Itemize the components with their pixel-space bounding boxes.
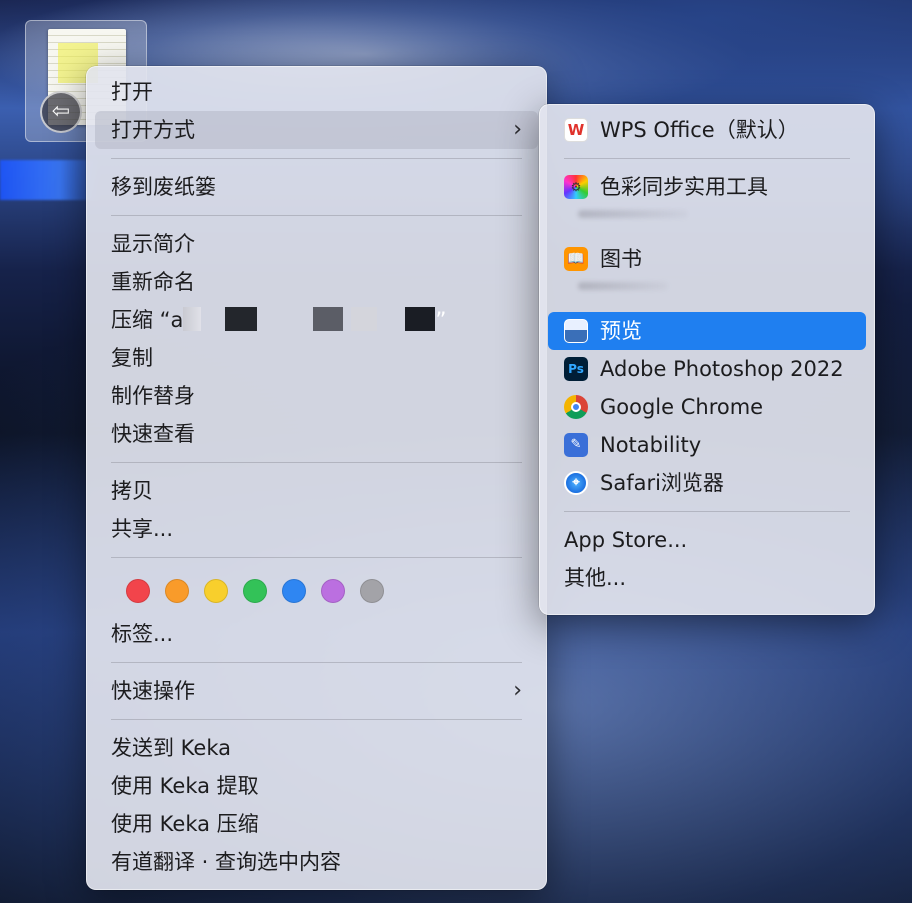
- compress-label-prefix: 压缩 “a: [111, 308, 184, 332]
- colorsync-utility-icon: ⚙: [564, 175, 588, 199]
- tag-green[interactable]: [243, 579, 267, 603]
- submenu-item-chrome[interactable]: Google Chrome: [548, 388, 866, 426]
- menu-item-send-to-keka[interactable]: 发送到 Keka: [95, 729, 538, 767]
- menu-item-rename[interactable]: 重新命名: [95, 263, 538, 301]
- menu-item-open-with-label: 打开方式: [111, 118, 195, 142]
- menu-separator: [111, 719, 522, 720]
- menu-item-extract-with-keka[interactable]: 使用 Keka 提取: [95, 767, 538, 805]
- books-icon: 📖: [564, 247, 588, 271]
- context-menu: 打开 打开方式 › 移到废纸篓 显示简介 重新命名 压缩 “a ” 复制 制作替身…: [86, 66, 547, 890]
- submenu-item-colorsync[interactable]: ⚙ 色彩同步实用工具: [548, 168, 866, 206]
- tag-purple[interactable]: [321, 579, 345, 603]
- menu-separator: [111, 557, 522, 558]
- menu-item-youdao-translate[interactable]: 有道翻译 · 查询选中内容: [95, 843, 538, 881]
- tag-yellow[interactable]: [204, 579, 228, 603]
- menu-item-duplicate[interactable]: 复制: [95, 339, 538, 377]
- submenu-item-safari[interactable]: ⌖ Safari浏览器: [548, 464, 866, 502]
- submenu-item-label: 预览: [600, 319, 642, 343]
- wps-office-icon: W: [564, 118, 588, 142]
- menu-separator: [564, 158, 850, 159]
- menu-item-share[interactable]: 共享...: [95, 510, 538, 548]
- tag-red[interactable]: [126, 579, 150, 603]
- redacted-filename: [313, 307, 344, 331]
- submenu-item-books[interactable]: 📖 图书: [548, 240, 866, 278]
- menu-item-move-to-trash[interactable]: 移到废纸篓: [95, 168, 538, 206]
- menu-item-copy[interactable]: 拷贝: [95, 472, 538, 510]
- desktop-wallpaper-detail: [0, 160, 100, 200]
- photoshop-icon: Ps: [564, 357, 588, 381]
- blurred-placeholder: [578, 282, 668, 290]
- tag-blue[interactable]: [282, 579, 306, 603]
- back-arrow-icon: ⇦: [40, 91, 82, 133]
- submenu-item-wps[interactable]: W WPS Office（默认）: [548, 111, 866, 149]
- menu-item-compress[interactable]: 压缩 “a ”: [95, 301, 538, 339]
- submenu-item-label: WPS Office（默认）: [600, 118, 799, 142]
- chevron-right-icon: ›: [513, 678, 522, 703]
- submenu-item-preview[interactable]: 预览: [548, 312, 866, 350]
- tag-orange[interactable]: [165, 579, 189, 603]
- menu-item-get-info[interactable]: 显示简介: [95, 225, 538, 263]
- submenu-item-other[interactable]: 其他...: [548, 559, 866, 597]
- compress-label-suffix: ”: [435, 308, 447, 332]
- menu-separator: [111, 158, 522, 159]
- redacted-filename: [183, 307, 202, 331]
- redacted-filename: [405, 307, 436, 331]
- submenu-item-photoshop[interactable]: Ps Adobe Photoshop 2022: [548, 350, 866, 388]
- tag-gray[interactable]: [360, 579, 384, 603]
- chrome-icon: [564, 395, 588, 419]
- menu-item-compress-with-keka[interactable]: 使用 Keka 压缩: [95, 805, 538, 843]
- menu-item-open[interactable]: 打开: [95, 73, 538, 111]
- submenu-item-label: 图书: [600, 247, 642, 271]
- menu-separator: [564, 511, 850, 512]
- menu-separator: [111, 462, 522, 463]
- menu-item-open-with[interactable]: 打开方式 ›: [95, 111, 538, 149]
- menu-item-tags[interactable]: 标签...: [95, 615, 538, 653]
- preview-icon: [564, 319, 588, 343]
- submenu-item-label: Google Chrome: [600, 395, 764, 419]
- menu-item-quick-actions-label: 快速操作: [111, 679, 195, 703]
- menu-item-make-alias[interactable]: 制作替身: [95, 377, 538, 415]
- submenu-item-label: 色彩同步实用工具: [600, 175, 768, 199]
- chevron-right-icon: ›: [513, 117, 522, 142]
- submenu-item-app-store[interactable]: App Store...: [548, 521, 866, 559]
- menu-separator: [111, 662, 522, 663]
- menu-separator: [111, 215, 522, 216]
- notability-icon: ✎: [564, 433, 588, 457]
- redacted-filename: [225, 307, 258, 331]
- open-with-submenu: W WPS Office（默认） ⚙ 色彩同步实用工具 📖 图书 预览 Ps A…: [539, 104, 875, 615]
- blurred-placeholder: [578, 210, 688, 218]
- submenu-item-label: Adobe Photoshop 2022: [600, 357, 844, 381]
- submenu-item-notability[interactable]: ✎ Notability: [548, 426, 866, 464]
- safari-icon: ⌖: [564, 471, 588, 495]
- submenu-item-label: Safari浏览器: [600, 471, 724, 495]
- tag-color-row: [95, 567, 538, 615]
- menu-item-quick-actions[interactable]: 快速操作 ›: [95, 672, 538, 710]
- menu-item-quick-look[interactable]: 快速查看: [95, 415, 538, 453]
- submenu-item-label: Notability: [600, 433, 702, 457]
- redacted-filename: [351, 307, 378, 331]
